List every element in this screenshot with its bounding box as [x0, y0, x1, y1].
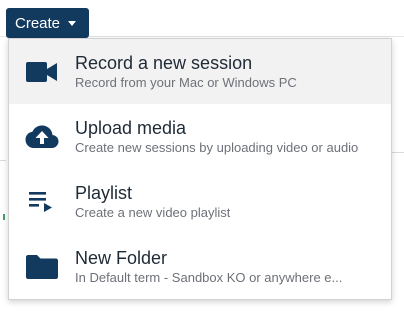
video-camera-icon [9, 39, 75, 104]
menu-item-description: Create a new video playlist [75, 205, 231, 220]
menu-item-label: Upload media [75, 118, 187, 138]
caret-down-icon [68, 20, 77, 26]
cloud-upload-icon [9, 104, 75, 169]
menu-item-description: Create new sessions by uploading video o… [75, 140, 359, 155]
page-divider [392, 152, 404, 153]
create-dropdown-menu: Record a new session Record from your Ma… [8, 38, 392, 300]
menu-item-label: Playlist [75, 183, 133, 203]
create-button-label: Create [15, 14, 61, 32]
menu-item-new-folder[interactable]: New Folder In Default term - Sandbox KO … [9, 234, 391, 299]
menu-item-upload-media[interactable]: Upload media Create new sessions by uplo… [9, 104, 391, 169]
menu-item-description: Record from your Mac or Windows PC [75, 75, 297, 90]
menu-item-playlist[interactable]: Playlist Create a new video playlist [9, 169, 391, 234]
folder-icon [9, 234, 75, 299]
menu-item-label: Record a new session [75, 53, 253, 73]
page-divider [0, 160, 6, 161]
create-button[interactable]: Create [6, 8, 89, 38]
playlist-icon [9, 169, 75, 234]
menu-item-description: In Default term - Sandbox KO or anywhere… [75, 270, 343, 285]
menu-item-record-session[interactable]: Record a new session Record from your Ma… [9, 39, 391, 104]
page-marker [3, 214, 5, 220]
menu-item-label: New Folder [75, 248, 168, 268]
